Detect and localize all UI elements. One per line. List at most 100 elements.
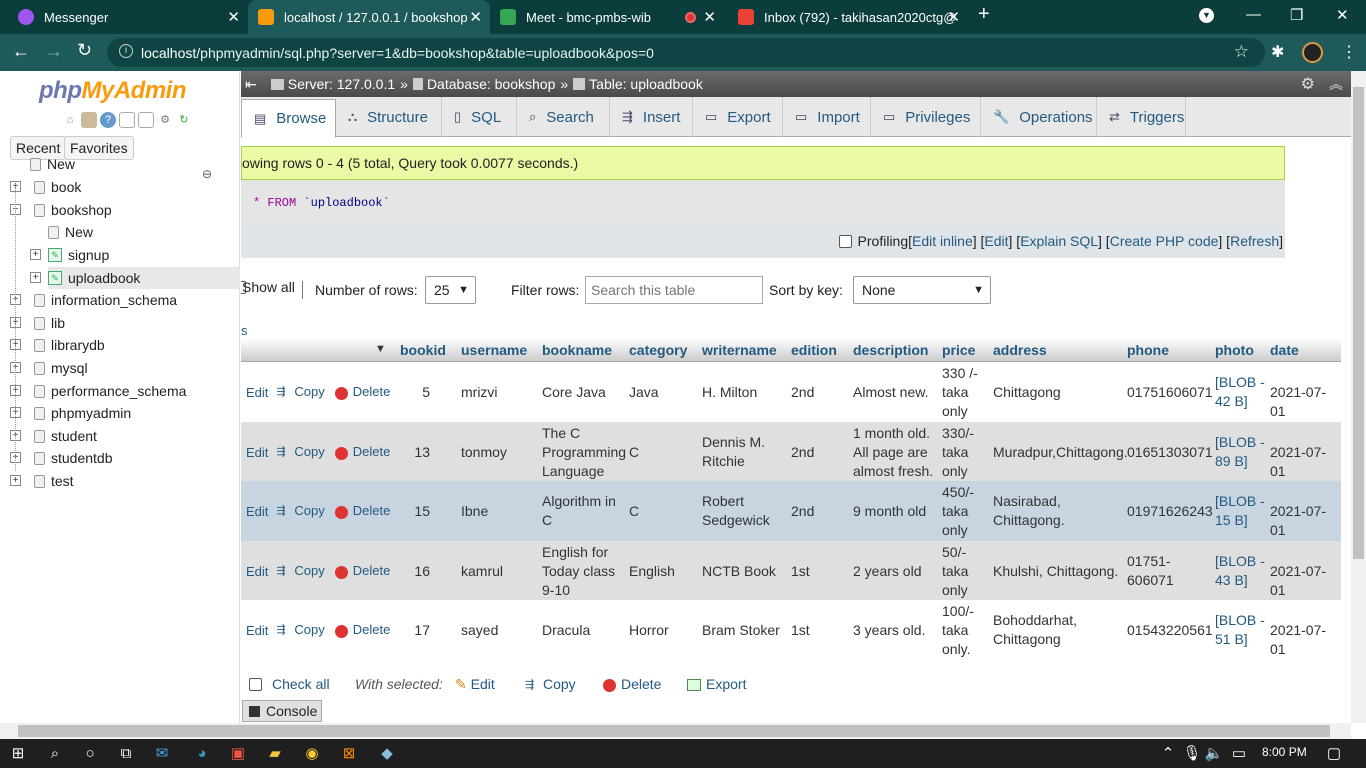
row-copy-button[interactable]: ⇶ Copy bbox=[276, 384, 324, 400]
tab-operations[interactable]: 🔧 Operations bbox=[981, 97, 1097, 137]
xampp-icon[interactable]: ⊠ bbox=[339, 744, 359, 764]
column-header-description[interactable]: description bbox=[853, 342, 928, 358]
options-link[interactable]: s bbox=[241, 323, 248, 338]
reload-icon[interactable]: ↻ bbox=[176, 112, 192, 128]
tree-item-librarydb[interactable]: librarydb bbox=[34, 334, 105, 356]
row-delete-button[interactable]: Delete bbox=[334, 563, 390, 579]
cell-photo[interactable]: [BLOB - 89 B] bbox=[1215, 433, 1265, 471]
table-row[interactable]: Edit ⇶ Copy Delete 17 sayed Dracula Horror Bram … bbox=[241, 600, 1341, 660]
tree-item-student[interactable]: student bbox=[34, 425, 97, 447]
row-delete-button[interactable]: Delete bbox=[334, 503, 390, 519]
extensions-icon[interactable]: ✱ bbox=[1271, 42, 1284, 62]
check-all-checkbox[interactable] bbox=[249, 678, 262, 691]
row-delete-button[interactable]: Delete bbox=[334, 444, 390, 460]
tree-item-New[interactable]: New bbox=[48, 221, 93, 243]
table-row[interactable]: Edit ⇶ Copy Delete 16 kamrul English for Today … bbox=[241, 541, 1341, 601]
tree-item-mysql[interactable]: mysql bbox=[34, 357, 88, 379]
vertical-scrollbar[interactable] bbox=[1351, 71, 1366, 723]
chevron-up-icon[interactable]: ⌃ bbox=[1158, 744, 1178, 764]
sort-arrow-icon[interactable]: ▼ bbox=[375, 343, 386, 355]
tree-expand-icon[interactable]: + bbox=[30, 272, 41, 283]
bulk-copy-button[interactable]: ⇶ Copy bbox=[525, 676, 576, 693]
cell-photo[interactable]: [BLOB - 42 B] bbox=[1215, 373, 1265, 411]
scrollbar-thumb[interactable] bbox=[1353, 87, 1364, 559]
tree-item-test[interactable]: test bbox=[34, 470, 74, 492]
cell-photo[interactable]: [BLOB - 51 B] bbox=[1215, 611, 1265, 649]
browser-tab-messenger[interactable]: Messenger ✕ bbox=[8, 0, 248, 34]
row-edit-button[interactable]: Edit bbox=[246, 445, 268, 460]
close-tab-icon[interactable]: ✕ bbox=[703, 8, 716, 26]
bulk-edit-button[interactable]: ✎ Edit bbox=[455, 676, 495, 693]
tree-item-information-schema[interactable]: information_schema bbox=[34, 289, 177, 311]
tree-item-phpmyadmin[interactable]: phpmyadmin bbox=[34, 402, 131, 424]
copy-icon[interactable] bbox=[138, 112, 154, 128]
office-icon[interactable]: ▣ bbox=[228, 744, 248, 764]
logout-icon[interactable] bbox=[81, 112, 97, 128]
column-header-phone[interactable]: phone bbox=[1127, 342, 1169, 358]
row-delete-button[interactable]: Delete bbox=[334, 622, 390, 638]
console-button[interactable]: Console bbox=[242, 700, 322, 722]
column-header-date[interactable]: date bbox=[1270, 342, 1299, 358]
tab-import[interactable]: ▭ Import bbox=[783, 97, 871, 137]
show-all-label[interactable]: Show all bbox=[242, 279, 295, 295]
row-delete-button[interactable]: Delete bbox=[334, 384, 390, 400]
tab-insert[interactable]: ⇶ Insert bbox=[610, 97, 693, 137]
profiling-checkbox[interactable] bbox=[838, 234, 852, 248]
column-header-photo[interactable]: photo bbox=[1215, 342, 1254, 358]
tree-item-bookshop[interactable]: bookshop bbox=[34, 199, 112, 221]
forward-icon[interactable]: → bbox=[45, 41, 63, 62]
tree-item-New[interactable]: New bbox=[30, 153, 75, 175]
tab-triggers[interactable]: ⇄ Triggers bbox=[1097, 97, 1186, 137]
cell-photo[interactable]: [BLOB - 15 B] bbox=[1215, 492, 1265, 530]
tree-item-signup[interactable]: ✎ signup bbox=[48, 244, 109, 266]
back-icon[interactable]: ← bbox=[12, 41, 30, 62]
row-edit-button[interactable]: Edit bbox=[246, 564, 268, 579]
new-tab-icon[interactable]: + bbox=[978, 3, 990, 26]
docs-icon[interactable] bbox=[119, 112, 135, 128]
filter-rows-input[interactable] bbox=[585, 276, 763, 304]
menu-dots-icon[interactable]: ⋮ bbox=[1341, 42, 1357, 62]
row-edit-button[interactable]: Edit bbox=[246, 385, 268, 400]
cortana-icon[interactable]: ○ bbox=[80, 744, 100, 764]
column-header-address[interactable]: address bbox=[993, 342, 1047, 358]
tab-browse[interactable]: ▤ Browse bbox=[241, 99, 336, 138]
horizontal-scrollbar[interactable] bbox=[0, 723, 1351, 739]
tab-search-icon[interactable]: ▼ bbox=[1199, 8, 1214, 23]
tab-search[interactable]: ⌕ Search bbox=[517, 97, 610, 137]
cell-photo[interactable]: [BLOB - 43 B] bbox=[1215, 552, 1265, 590]
info-icon[interactable]: i bbox=[119, 44, 133, 58]
breadcrumb-table[interactable]: Table: uploadbook bbox=[589, 76, 703, 92]
breadcrumb-server[interactable]: Server: 127.0.0.1 bbox=[288, 76, 395, 92]
sql-link-explain-sql[interactable]: Explain SQL bbox=[1020, 233, 1098, 249]
tab-structure[interactable]: ⛬ Structure bbox=[336, 97, 442, 137]
collapse-icon[interactable]: ︽ bbox=[1329, 74, 1343, 94]
row-edit-button[interactable]: Edit bbox=[246, 623, 268, 638]
collapse-arrow-icon[interactable]: ⇤ bbox=[245, 76, 257, 93]
table-row[interactable]: Edit ⇶ Copy Delete 5 mrizvi Core Java Java H. Mi… bbox=[241, 362, 1341, 422]
phpmyadmin-logo[interactable]: phpMyAdmin bbox=[39, 77, 186, 105]
search-icon[interactable]: ⌕ bbox=[45, 744, 65, 764]
tree-expand-icon[interactable]: + bbox=[30, 249, 41, 260]
sql-link-refresh[interactable]: Refresh bbox=[1230, 233, 1279, 249]
column-header-bookid[interactable]: bookid bbox=[400, 342, 446, 358]
column-header-writername[interactable]: writername bbox=[702, 342, 777, 358]
minimize-icon[interactable]: — bbox=[1246, 6, 1261, 23]
column-header-bookname[interactable]: bookname bbox=[542, 342, 612, 358]
help-icon[interactable]: ? bbox=[100, 112, 116, 128]
restore-icon[interactable]: ❐ bbox=[1290, 6, 1303, 24]
clock[interactable]: 8:00 PM bbox=[1262, 745, 1307, 759]
column-header-price[interactable]: price bbox=[942, 342, 975, 358]
check-all-label[interactable]: Check all bbox=[272, 676, 330, 692]
tab-export[interactable]: ▭ Export bbox=[693, 97, 783, 137]
windows-start-icon[interactable]: ⊞ bbox=[8, 744, 28, 764]
close-tab-icon[interactable]: ✕ bbox=[469, 8, 482, 26]
tab-privileges[interactable]: ▭ Privileges bbox=[871, 97, 981, 137]
row-edit-button[interactable]: Edit bbox=[246, 504, 268, 519]
row-copy-button[interactable]: ⇶ Copy bbox=[276, 503, 324, 519]
sql-link-create-php-code[interactable]: Create PHP code bbox=[1110, 233, 1219, 249]
browser-tab-meet[interactable]: Meet - bmc-pmbs-wib ✕ bbox=[490, 0, 724, 34]
bulk-delete-button[interactable]: Delete bbox=[603, 676, 661, 692]
tree-item-uploadbook[interactable]: ✎ uploadbook bbox=[48, 267, 240, 289]
microphone-icon[interactable]: 🎙 bbox=[1182, 744, 1202, 764]
browser-tab-phpmyadmin[interactable]: localhost / 127.0.0.1 / bookshop ✕ bbox=[248, 0, 490, 34]
